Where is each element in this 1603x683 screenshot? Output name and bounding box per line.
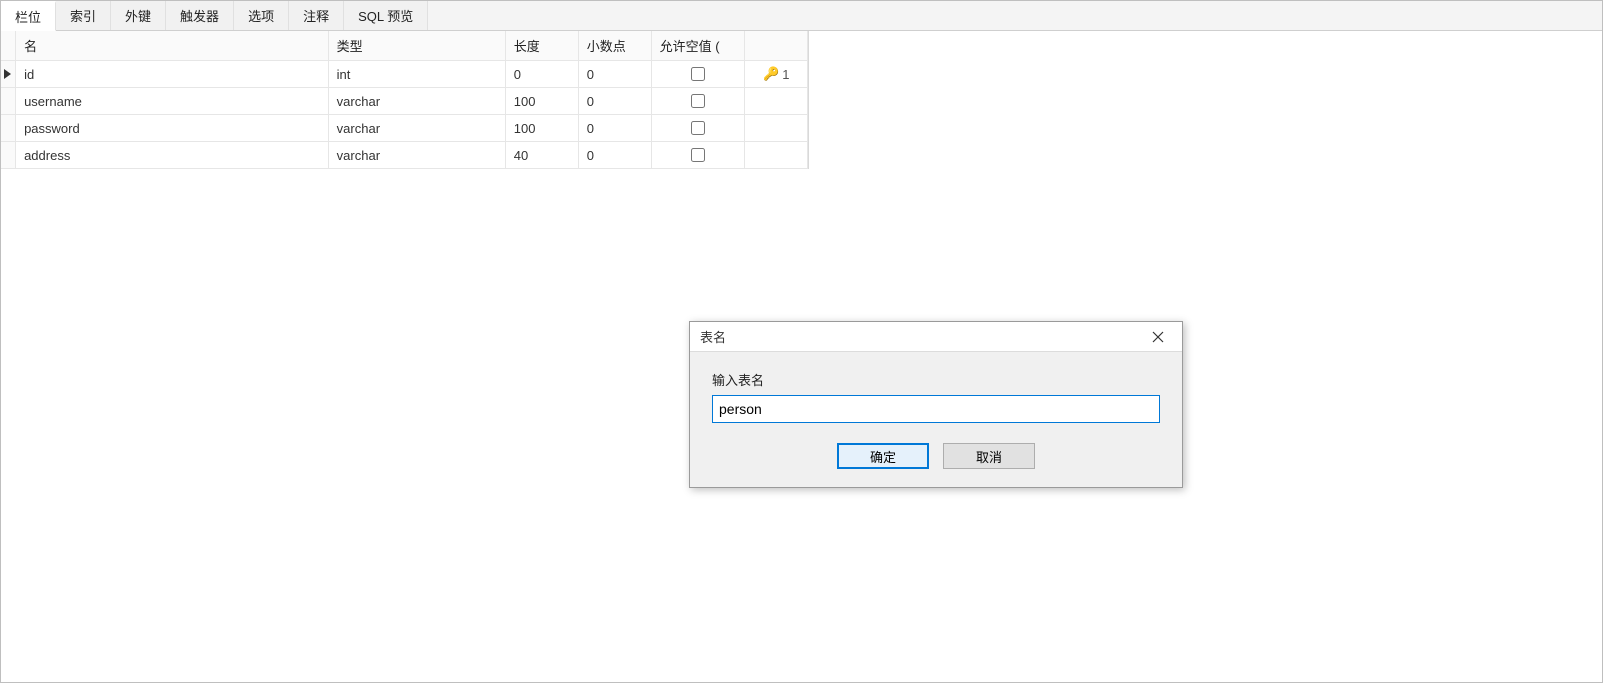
tab-fields[interactable]: 栏位 bbox=[1, 1, 56, 31]
cell-decimals[interactable]: 0 bbox=[578, 61, 651, 88]
cancel-button[interactable]: 取消 bbox=[943, 443, 1035, 469]
row-gutter bbox=[1, 115, 16, 142]
col-header-name[interactable]: 名 bbox=[16, 31, 329, 61]
tab-label: 外键 bbox=[125, 6, 151, 25]
cell-type[interactable]: varchar bbox=[328, 142, 505, 169]
tab-label: 栏位 bbox=[15, 7, 41, 26]
table-row[interactable]: addressvarchar400 bbox=[1, 142, 808, 169]
cell-decimals[interactable]: 0 bbox=[578, 142, 651, 169]
cell-allow-null[interactable] bbox=[651, 142, 745, 169]
table-row[interactable]: usernamevarchar1000 bbox=[1, 88, 808, 115]
dialog-body: 输入表名 bbox=[690, 352, 1182, 435]
tab-bar: 栏位 索引 外键 触发器 选项 注释 SQL 预览 bbox=[1, 1, 1602, 31]
row-gutter bbox=[1, 61, 16, 88]
cell-name[interactable]: password bbox=[16, 115, 329, 142]
cell-key[interactable] bbox=[745, 88, 808, 115]
dialog-buttons: 确定 取消 bbox=[690, 435, 1182, 487]
row-pointer-icon bbox=[4, 69, 11, 79]
cell-name[interactable]: username bbox=[16, 88, 329, 115]
allow-null-checkbox[interactable] bbox=[691, 94, 705, 108]
cell-key[interactable] bbox=[745, 115, 808, 142]
col-header-length[interactable]: 长度 bbox=[505, 31, 578, 61]
cell-name[interactable]: address bbox=[16, 142, 329, 169]
tab-sqlprev[interactable]: SQL 预览 bbox=[344, 1, 428, 30]
table-name-input[interactable] bbox=[712, 395, 1160, 423]
tab-label: 注释 bbox=[303, 6, 329, 25]
tab-options[interactable]: 选项 bbox=[234, 1, 289, 30]
cell-type[interactable]: varchar bbox=[328, 115, 505, 142]
col-header-null[interactable]: 允许空值 ( bbox=[651, 31, 745, 61]
cell-length[interactable]: 100 bbox=[505, 88, 578, 115]
fields-table[interactable]: 名 类型 长度 小数点 允许空值 ( idint00🔑1usernamevarc… bbox=[1, 31, 808, 169]
cell-decimals[interactable]: 0 bbox=[578, 115, 651, 142]
key-order: 1 bbox=[782, 67, 789, 82]
close-button[interactable] bbox=[1142, 325, 1174, 349]
dialog-titlebar[interactable]: 表名 bbox=[690, 322, 1182, 352]
tab-indexes[interactable]: 索引 bbox=[56, 1, 111, 30]
ok-button[interactable]: 确定 bbox=[837, 443, 929, 469]
cell-name[interactable]: id bbox=[16, 61, 329, 88]
tab-comment[interactable]: 注释 bbox=[289, 1, 344, 30]
row-gutter bbox=[1, 142, 16, 169]
cell-type[interactable]: int bbox=[328, 61, 505, 88]
table-row[interactable]: idint00🔑1 bbox=[1, 61, 808, 88]
allow-null-checkbox[interactable] bbox=[691, 148, 705, 162]
tab-fkeys[interactable]: 外键 bbox=[111, 1, 166, 30]
cell-key[interactable] bbox=[745, 142, 808, 169]
row-gutter bbox=[1, 88, 16, 115]
cell-length[interactable]: 0 bbox=[505, 61, 578, 88]
tab-label: SQL 预览 bbox=[358, 6, 413, 25]
tab-label: 索引 bbox=[70, 6, 96, 25]
tab-label: 触发器 bbox=[180, 6, 219, 25]
cell-type[interactable]: varchar bbox=[328, 88, 505, 115]
col-header-decimals[interactable]: 小数点 bbox=[578, 31, 651, 61]
primary-key-indicator: 🔑1 bbox=[753, 66, 799, 82]
tab-triggers[interactable]: 触发器 bbox=[166, 1, 234, 30]
cell-allow-null[interactable] bbox=[651, 115, 745, 142]
col-header-key bbox=[745, 31, 808, 61]
table-row[interactable]: passwordvarchar1000 bbox=[1, 115, 808, 142]
tab-label: 选项 bbox=[248, 6, 274, 25]
close-icon bbox=[1152, 331, 1164, 343]
cell-length[interactable]: 100 bbox=[505, 115, 578, 142]
allow-null-checkbox[interactable] bbox=[691, 67, 705, 81]
table-name-dialog: 表名 输入表名 确定 取消 bbox=[689, 321, 1183, 488]
app-window: 栏位 索引 外键 触发器 选项 注释 SQL 预览 名 类型 长度 小数点 允许… bbox=[0, 0, 1603, 683]
content-area: 名 类型 长度 小数点 允许空值 ( idint00🔑1usernamevarc… bbox=[1, 31, 1602, 682]
cell-length[interactable]: 40 bbox=[505, 142, 578, 169]
col-header-type[interactable]: 类型 bbox=[328, 31, 505, 61]
cell-allow-null[interactable] bbox=[651, 61, 745, 88]
cell-decimals[interactable]: 0 bbox=[578, 88, 651, 115]
cell-allow-null[interactable] bbox=[651, 88, 745, 115]
key-icon: 🔑 bbox=[763, 66, 779, 82]
allow-null-checkbox[interactable] bbox=[691, 121, 705, 135]
fields-grid: 名 类型 长度 小数点 允许空值 ( idint00🔑1usernamevarc… bbox=[1, 31, 809, 169]
dialog-title-text: 表名 bbox=[700, 327, 726, 346]
table-name-label: 输入表名 bbox=[712, 370, 1160, 389]
table-header-row: 名 类型 长度 小数点 允许空值 ( bbox=[1, 31, 808, 61]
gutter-header bbox=[1, 31, 16, 61]
cell-key[interactable]: 🔑1 bbox=[745, 61, 808, 88]
